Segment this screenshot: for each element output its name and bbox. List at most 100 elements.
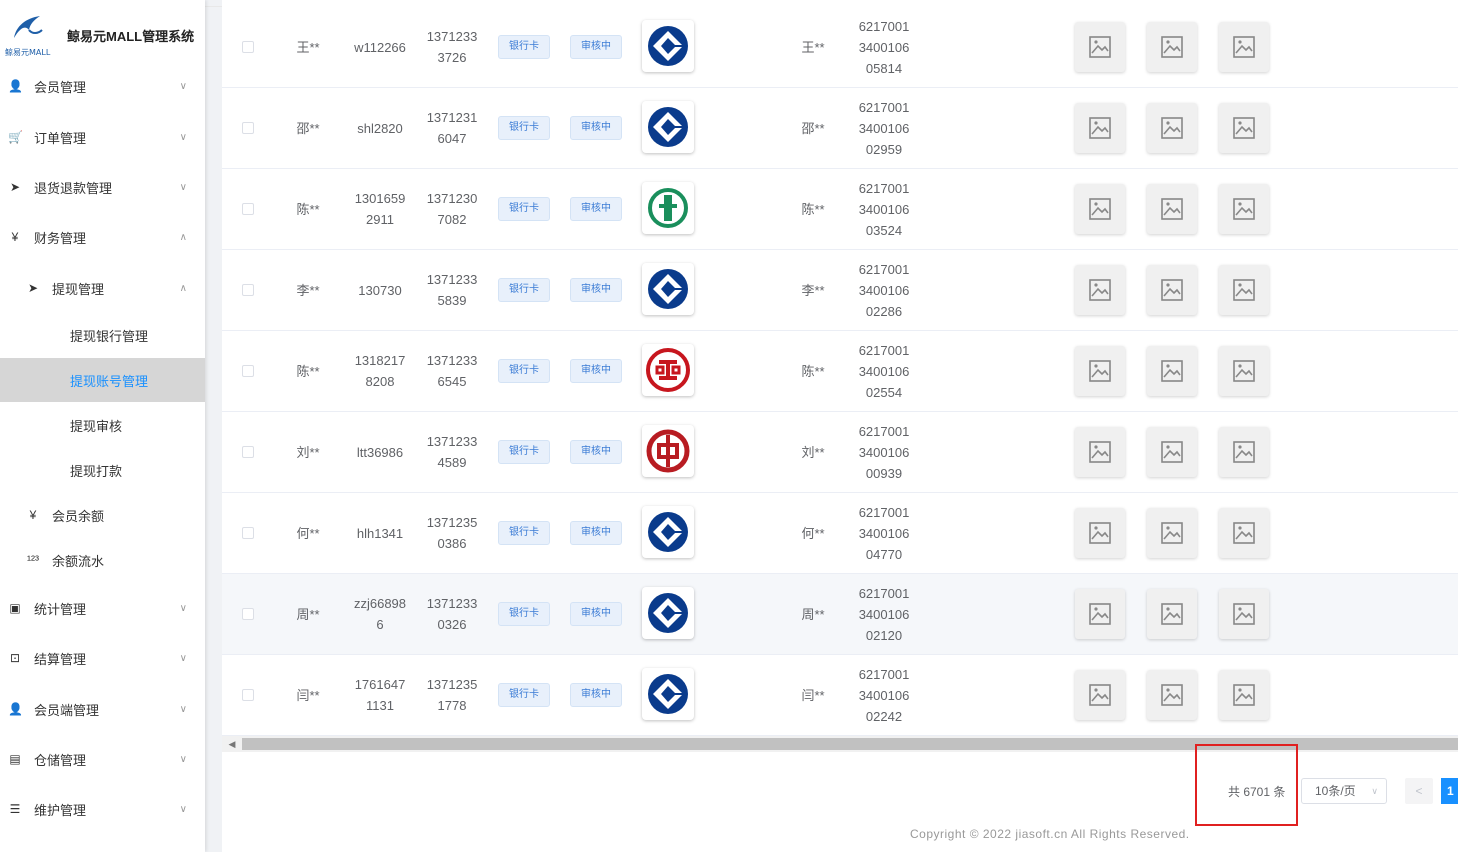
image-placeholder-icon[interactable] (1219, 670, 1269, 720)
bank-logo-ccb (642, 263, 694, 315)
row-checkbox[interactable] (242, 365, 254, 377)
image-placeholder-icon[interactable] (1075, 670, 1125, 720)
image-placeholder-icon[interactable] (1075, 184, 1125, 234)
member-phone-line: 1371230 (426, 191, 478, 206)
number-icon: ¹²³ (27, 553, 39, 567)
card-number-line: 3400106 (858, 201, 910, 217)
member-name: 刘** (296, 444, 320, 460)
member-name: 李** (296, 282, 320, 298)
sidebar-item-15[interactable]: ☰ 维护管理 ∨ (0, 787, 205, 831)
sidebar-item-label: 会员余额 (52, 508, 105, 524)
sidebar-item-10[interactable]: ¹²³ 余额流水 (0, 538, 205, 582)
row-checkbox[interactable] (242, 203, 254, 215)
image-placeholder-icon[interactable] (1075, 589, 1125, 639)
member-name: 邵** (296, 120, 320, 136)
row-checkbox[interactable] (242, 608, 254, 620)
image-placeholder-icon[interactable] (1219, 427, 1269, 477)
image-placeholder-icon[interactable] (1147, 103, 1197, 153)
sidebar-item-0[interactable]: 👤 会员管理 ∨ (0, 64, 205, 108)
member-phone-line: 1371233 (426, 353, 478, 368)
prev-page-button[interactable]: < (1405, 778, 1433, 804)
logo-subtitle: 鲸易元MALL (5, 48, 51, 57)
table-row: 闫** 1761647 1131 1371235 1778 银行卡 审核中 闫** 621700… (222, 655, 1458, 736)
page-number-current[interactable]: 1 (1441, 778, 1458, 804)
member-phone-line: 1371233 (426, 596, 478, 611)
image-placeholder-icon[interactable] (1219, 508, 1269, 558)
image-placeholder-icon[interactable] (1147, 184, 1197, 234)
sidebar-item-5[interactable]: 提现银行管理 (0, 313, 205, 357)
account-type-tag: 银行卡 (498, 602, 550, 626)
sidebar-item-1[interactable]: 🛒 订单管理 ∨ (0, 115, 205, 159)
image-placeholder-icon[interactable] (1075, 508, 1125, 558)
account-type-tag: 银行卡 (498, 683, 550, 707)
card-number-line: 02242 (865, 708, 903, 724)
sidebar-item-4[interactable]: ➤ 提现管理 ∧ (0, 266, 205, 310)
image-placeholder-icon[interactable] (1219, 589, 1269, 639)
card-number: 6217001 3400106 02286 (848, 250, 920, 330)
chevron-down-icon: ∨ (179, 80, 187, 92)
sidebar-item-3[interactable]: ¥ 财务管理 ∧ (0, 215, 205, 259)
bank-logo-abc (642, 182, 694, 234)
cart-icon: 🛒 (8, 130, 23, 144)
image-placeholder-icon[interactable] (1147, 427, 1197, 477)
row-checkbox[interactable] (242, 41, 254, 53)
image-placeholder-icon[interactable] (1075, 22, 1125, 72)
card-number-line: 02554 (865, 384, 903, 400)
page-size-select[interactable]: 10条/页 ∨ (1301, 778, 1387, 804)
member-account-line: 1318217 (354, 353, 406, 368)
card-number: 6217001 3400106 03524 (848, 169, 920, 249)
image-placeholder-icon[interactable] (1147, 589, 1197, 639)
whale-logo-icon (14, 16, 43, 38)
image-placeholder-icon[interactable] (1219, 184, 1269, 234)
sidebar-item-12[interactable]: ⊡ 结算管理 ∨ (0, 636, 205, 680)
sidebar-item-6[interactable]: 提现账号管理 (0, 358, 205, 402)
member-phone: 1371235 1778 (418, 655, 486, 735)
user-icon: 👤 (8, 79, 23, 93)
member-phone: 1371233 3726 (418, 7, 486, 87)
card-number: 6217001 3400106 04770 (848, 493, 920, 573)
image-placeholder-icon[interactable] (1219, 22, 1269, 72)
card-number-line: 6217001 (858, 180, 910, 196)
sidebar-item-14[interactable]: ▤ 仓储管理 ∨ (0, 737, 205, 781)
sidebar-item-13[interactable]: 👤 会员端管理 ∨ (0, 687, 205, 731)
account-type-tag: 银行卡 (498, 440, 550, 464)
app-title: 鲸易元MALL管理系统 (67, 29, 195, 44)
image-placeholder-icon[interactable] (1219, 265, 1269, 315)
row-checkbox[interactable] (242, 689, 254, 701)
image-placeholder-icon[interactable] (1147, 22, 1197, 72)
image-placeholder-icon[interactable] (1075, 265, 1125, 315)
member-phone-line: 1778 (437, 698, 467, 713)
member-phone-line: 5839 (437, 293, 467, 308)
scroll-left-icon[interactable]: ◀ (224, 737, 240, 751)
member-name: 王** (296, 39, 320, 55)
sidebar-item-2[interactable]: ➤ 退货退款管理 ∨ (0, 165, 205, 209)
member-phone-line: 6545 (437, 374, 467, 389)
sidebar-item-label: 会员端管理 (34, 702, 100, 718)
image-placeholder-icon[interactable] (1075, 427, 1125, 477)
image-placeholder-icon[interactable] (1147, 265, 1197, 315)
card-number-line: 6217001 (858, 18, 910, 34)
card-number-line: 6217001 (858, 504, 910, 520)
sidebar-item-8[interactable]: 提现打款 (0, 448, 205, 492)
table-row: 李** 130730 1371233 5839 银行卡 审核中 李** 6217001 3400… (222, 250, 1458, 331)
card-holder: 刘** (801, 444, 825, 460)
image-placeholder-icon[interactable] (1219, 103, 1269, 153)
image-placeholder-icon[interactable] (1147, 670, 1197, 720)
row-checkbox[interactable] (242, 122, 254, 134)
member-account: zzj66898 6 (344, 574, 416, 654)
image-placeholder-icon[interactable] (1219, 346, 1269, 396)
sidebar-item-7[interactable]: 提现审核 (0, 403, 205, 447)
card-holder: 邵** (801, 120, 825, 136)
row-checkbox[interactable] (242, 284, 254, 296)
image-placeholder-icon[interactable] (1075, 346, 1125, 396)
sidebar-item-9[interactable]: ¥ 会员余额 (0, 493, 205, 537)
member-phone-line: 1371235 (426, 677, 478, 692)
row-checkbox[interactable] (242, 527, 254, 539)
row-checkbox[interactable] (242, 446, 254, 458)
image-placeholder-icon[interactable] (1147, 346, 1197, 396)
sidebar-item-11[interactable]: ▣ 统计管理 ∨ (0, 586, 205, 630)
member-phone: 1371231 6047 (418, 88, 486, 168)
member-account-line: 6 (376, 617, 384, 632)
image-placeholder-icon[interactable] (1075, 103, 1125, 153)
image-placeholder-icon[interactable] (1147, 508, 1197, 558)
